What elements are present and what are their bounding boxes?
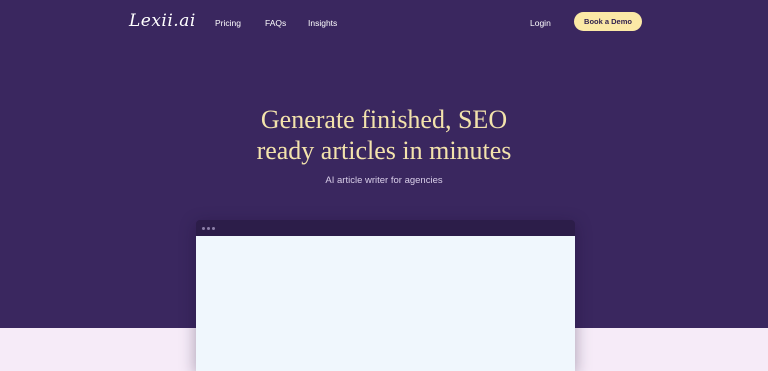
window-dot-icon — [202, 227, 205, 230]
logo[interactable]: Lexii.ai — [129, 9, 196, 33]
hero-headline: Generate finished, SEO ready articles in… — [0, 104, 768, 166]
hero-headline-line-1: Generate finished, SEO — [260, 105, 508, 134]
window-dot-icon — [212, 227, 215, 230]
window-dot-icon — [207, 227, 210, 230]
product-preview-window — [196, 220, 575, 371]
login-link[interactable]: Login — [530, 17, 551, 29]
window-title-bar — [196, 220, 575, 236]
top-navigation: Lexii.ai Pricing FAQs Insights Login Boo… — [0, 0, 768, 44]
nav-link-insights[interactable]: Insights — [308, 17, 337, 29]
nav-link-pricing[interactable]: Pricing — [215, 17, 241, 29]
window-content-area — [196, 236, 575, 371]
hero-headline-line-2: ready articles in minutes — [256, 136, 512, 165]
book-demo-button[interactable]: Book a Demo — [574, 12, 642, 31]
nav-link-faqs[interactable]: FAQs — [265, 17, 286, 29]
hero-subtitle: AI article writer for agencies — [325, 175, 443, 186]
